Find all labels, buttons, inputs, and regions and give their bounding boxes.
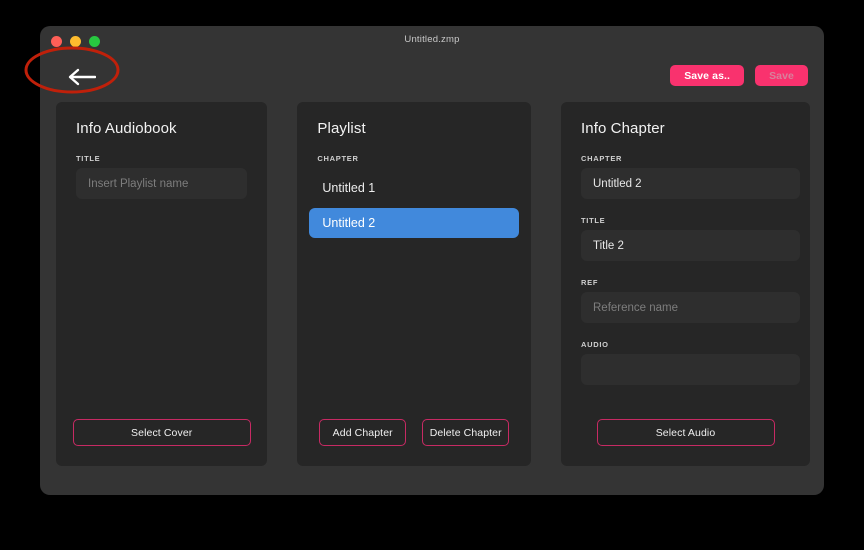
title-bar: Untitled.zmp bbox=[40, 26, 824, 54]
panel-info-audiobook: Info Audiobook TITLE Insert Playlist nam… bbox=[56, 102, 268, 466]
playlist-footer: Add Chapter Delete Chapter bbox=[297, 419, 531, 446]
back-button[interactable] bbox=[55, 60, 107, 94]
playlist-chapter-label: CHAPTER bbox=[317, 154, 359, 163]
info-chapter-title: Info Chapter bbox=[581, 120, 665, 137]
list-item[interactable]: Untitled 2 bbox=[309, 208, 519, 238]
chapter-title-label: TITLE bbox=[581, 216, 606, 225]
chapter-list: Untitled 1 Untitled 2 bbox=[309, 173, 519, 238]
info-chapter-footer: Select Audio bbox=[561, 419, 810, 446]
info-audiobook-footer: Select Cover bbox=[56, 419, 267, 446]
save-button[interactable]: Save bbox=[755, 65, 808, 86]
save-as-button[interactable]: Save as.. bbox=[670, 65, 745, 86]
chapter-audio-label: AUDIO bbox=[581, 340, 609, 349]
app-window: Untitled.zmp Save as.. Save Info Audiobo… bbox=[40, 26, 824, 495]
screen: Untitled.zmp Save as.. Save Info Audiobo… bbox=[0, 0, 864, 550]
panel-container: Info Audiobook TITLE Insert Playlist nam… bbox=[56, 102, 810, 466]
playlist-title: Playlist bbox=[317, 120, 366, 137]
chapter-name-input[interactable]: Untitled 2 bbox=[581, 168, 800, 199]
window-title: Untitled.zmp bbox=[404, 34, 460, 45]
select-cover-button[interactable]: Select Cover bbox=[72, 419, 251, 446]
add-chapter-button[interactable]: Add Chapter bbox=[319, 419, 407, 446]
save-button-group: Save as.. Save bbox=[670, 65, 808, 86]
select-audio-button[interactable]: Select Audio bbox=[596, 419, 775, 446]
info-audiobook-title: Info Audiobook bbox=[76, 120, 177, 137]
panel-playlist: Playlist CHAPTER Untitled 1 Untitled 2 A… bbox=[297, 102, 531, 466]
list-item[interactable]: Untitled 1 bbox=[309, 173, 519, 203]
chapter-ref-label: REF bbox=[581, 278, 599, 287]
panel-info-chapter: Info Chapter CHAPTER Untitled 2 TITLE Ti… bbox=[561, 102, 810, 466]
toolbar: Save as.. Save bbox=[40, 54, 824, 102]
chapter-ref-input[interactable]: Reference name bbox=[581, 292, 800, 323]
audiobook-title-label: TITLE bbox=[76, 154, 101, 163]
delete-chapter-button[interactable]: Delete Chapter bbox=[422, 419, 510, 446]
chapter-audio-input[interactable] bbox=[581, 354, 800, 385]
chapter-field-label: CHAPTER bbox=[581, 154, 623, 163]
audiobook-title-input[interactable]: Insert Playlist name bbox=[76, 168, 248, 199]
chapter-title-input[interactable]: Title 2 bbox=[581, 230, 800, 261]
arrow-left-icon bbox=[66, 68, 96, 86]
